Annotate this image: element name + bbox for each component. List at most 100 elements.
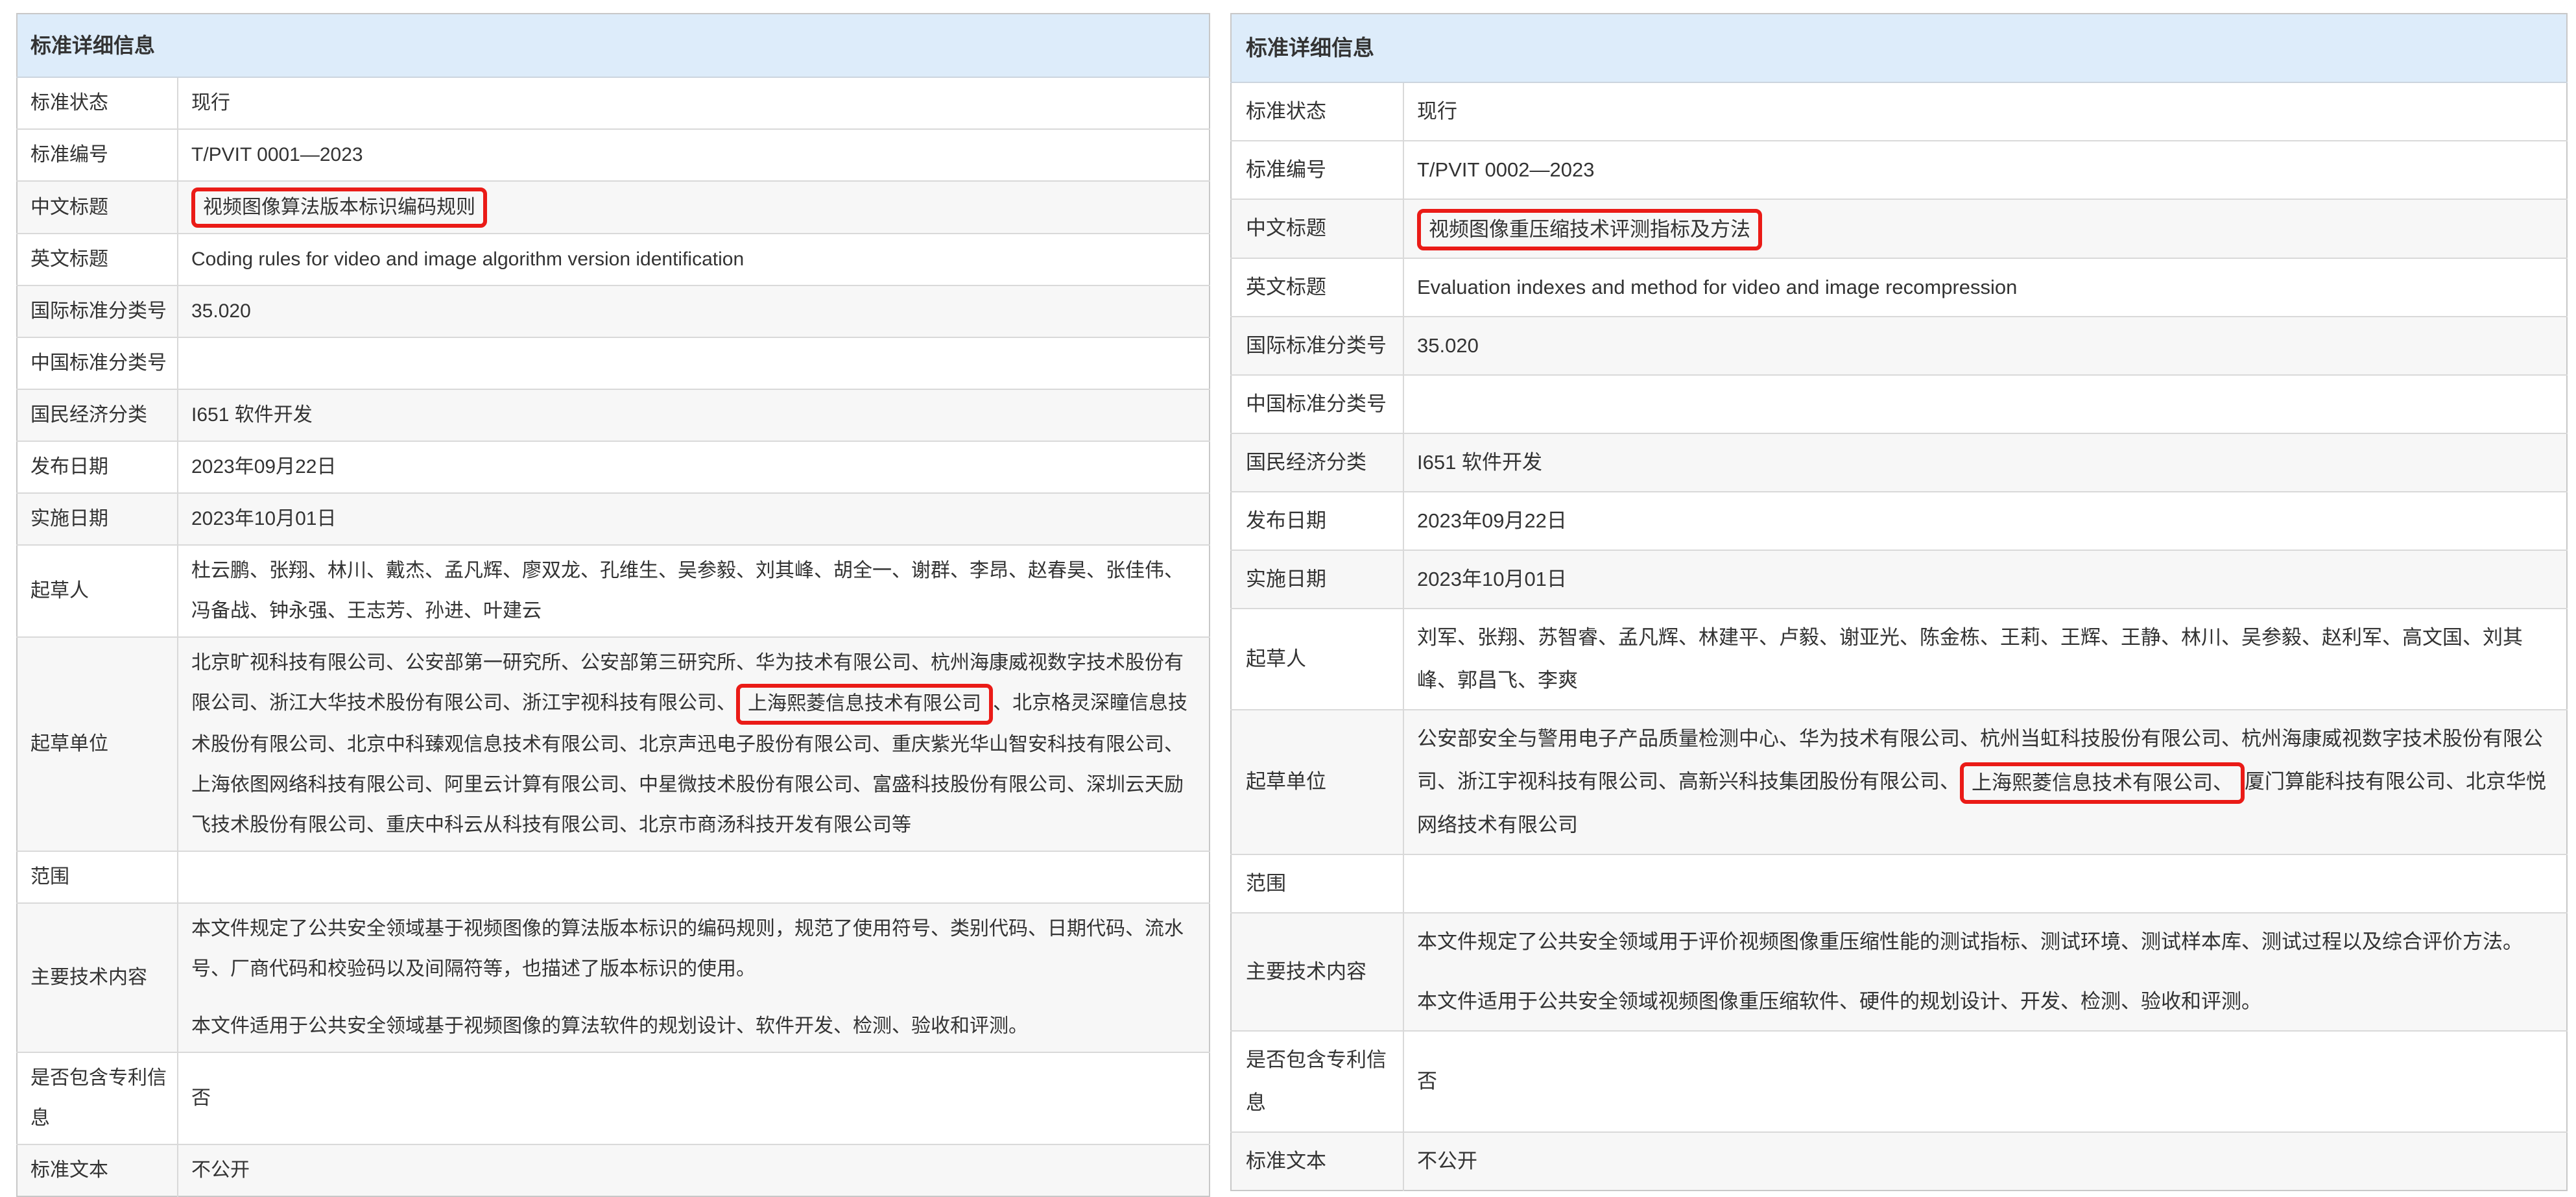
field-value xyxy=(178,851,1210,903)
table-title: 标准详细信息 xyxy=(1231,14,2567,82)
field-value xyxy=(1403,375,2567,433)
detail-row: 起草单位公安部安全与警用电子产品质量检测中心、华为技术有限公司、杭州当虹科技股份… xyxy=(1231,710,2567,854)
field-value: 2023年10月01日 xyxy=(178,493,1210,545)
value-paragraph: 本文件规定了公共安全领域用于评价视频图像重压缩性能的测试指标、测试环境、测试样本… xyxy=(1417,921,2561,963)
detail-row: 中国标准分类号 xyxy=(1231,375,2567,433)
standard-detail-table-right: 标准详细信息 标准状态现行标准编号T/PVIT 0002—2023中文标题视频图… xyxy=(1230,13,2568,1191)
detail-row: 国际标准分类号35.020 xyxy=(17,285,1210,337)
detail-row: 主要技术内容本文件规定了公共安全领域用于评价视频图像重压缩性能的测试指标、测试环… xyxy=(1231,913,2567,1031)
detail-row: 标准状态现行 xyxy=(17,77,1210,129)
field-value: 刘军、张翔、苏智睿、孟凡辉、林建平、卢毅、谢亚光、陈金栋、王莉、王辉、王静、林川… xyxy=(1403,609,2567,710)
field-value: T/PVIT 0002—2023 xyxy=(1403,141,2567,199)
field-label: 主要技术内容 xyxy=(17,903,178,1052)
field-label: 范围 xyxy=(1231,854,1403,913)
field-label: 起草人 xyxy=(1231,609,1403,710)
field-value: I651 软件开发 xyxy=(1403,433,2567,492)
field-label: 标准编号 xyxy=(17,129,178,181)
detail-row: 标准文本不公开 xyxy=(17,1144,1210,1196)
red-highlight-box: 上海熙菱信息技术有限公司、 xyxy=(1960,762,2245,804)
field-value: 本文件规定了公共安全领域基于视频图像的算法版本标识的编码规则，规范了使用符号、类… xyxy=(178,903,1210,1052)
field-label: 英文标题 xyxy=(17,234,178,285)
detail-row: 国民经济分类I651 软件开发 xyxy=(17,389,1210,441)
detail-row: 范围 xyxy=(1231,854,2567,913)
field-label: 实施日期 xyxy=(1231,550,1403,609)
field-value: T/PVIT 0001—2023 xyxy=(178,129,1210,181)
detail-row: 发布日期2023年09月22日 xyxy=(1231,492,2567,550)
detail-row: 国民经济分类I651 软件开发 xyxy=(1231,433,2567,492)
red-highlight-box: 视频图像算法版本标识编码规则 xyxy=(191,187,487,228)
field-label: 中国标准分类号 xyxy=(1231,375,1403,433)
field-value: 现行 xyxy=(1403,82,2567,141)
field-label: 发布日期 xyxy=(17,441,178,493)
detail-row: 起草单位北京旷视科技有限公司、公安部第一研究所、公安部第三研究所、华为技术有限公… xyxy=(17,637,1210,851)
field-value: 北京旷视科技有限公司、公安部第一研究所、公安部第三研究所、华为技术有限公司、杭州… xyxy=(178,637,1210,851)
field-value: 2023年09月22日 xyxy=(1403,492,2567,550)
field-label: 主要技术内容 xyxy=(1231,913,1403,1031)
table-header-row: 标准详细信息 xyxy=(1231,14,2567,82)
detail-row: 标准编号T/PVIT 0001—2023 xyxy=(17,129,1210,181)
field-value: 视频图像算法版本标识编码规则 xyxy=(178,181,1210,234)
detail-row: 主要技术内容本文件规定了公共安全领域基于视频图像的算法版本标识的编码规则，规范了… xyxy=(17,903,1210,1052)
field-value xyxy=(1403,854,2567,913)
field-label: 实施日期 xyxy=(17,493,178,545)
field-value: 杜云鹏、张翔、林川、戴杰、孟凡辉、廖双龙、孔维生、吴参毅、刘其峰、胡全一、谢群、… xyxy=(178,545,1210,637)
detail-row: 标准编号T/PVIT 0002—2023 xyxy=(1231,141,2567,199)
detail-row: 英文标题Coding rules for video and image alg… xyxy=(17,234,1210,285)
field-label: 标准状态 xyxy=(17,77,178,129)
detail-table: 标准详细信息 标准状态现行标准编号T/PVIT 0002—2023中文标题视频图… xyxy=(1230,13,2568,1191)
detail-row: 标准状态现行 xyxy=(1231,82,2567,141)
field-value: 2023年10月01日 xyxy=(1403,550,2567,609)
standard-detail-table-left: 标准详细信息 标准状态现行标准编号T/PVIT 0001—2023中文标题视频图… xyxy=(16,13,1210,1197)
value-paragraph: 本文件规定了公共安全领域基于视频图像的算法版本标识的编码规则，规范了使用符号、类… xyxy=(191,909,1196,989)
detail-row: 是否包含专利信息否 xyxy=(1231,1031,2567,1132)
field-label: 国民经济分类 xyxy=(17,389,178,441)
table-title: 标准详细信息 xyxy=(17,14,1210,77)
detail-row: 中文标题视频图像算法版本标识编码规则 xyxy=(17,181,1210,234)
value-text: 、北京格灵深瞳信息技术股份有限公司、北京中科臻观信息技术有限公司、北京声迅电子股… xyxy=(191,692,1187,835)
detail-row: 起草人杜云鹏、张翔、林川、戴杰、孟凡辉、廖双龙、孔维生、吴参毅、刘其峰、胡全一、… xyxy=(17,545,1210,637)
field-value: 2023年09月22日 xyxy=(178,441,1210,493)
red-highlight-box: 上海熙菱信息技术有限公司 xyxy=(736,684,993,725)
field-label: 中文标题 xyxy=(17,181,178,234)
field-value: 现行 xyxy=(178,77,1210,129)
field-value: 否 xyxy=(178,1052,1210,1144)
detail-row: 实施日期2023年10月01日 xyxy=(17,493,1210,545)
field-label: 标准状态 xyxy=(1231,82,1403,141)
field-value: 35.020 xyxy=(1403,317,2567,375)
detail-row: 英文标题Evaluation indexes and method for vi… xyxy=(1231,258,2567,317)
field-label: 是否包含专利信息 xyxy=(17,1052,178,1144)
detail-row: 国际标准分类号35.020 xyxy=(1231,317,2567,375)
detail-row: 实施日期2023年10月01日 xyxy=(1231,550,2567,609)
field-label: 起草单位 xyxy=(1231,710,1403,854)
field-value: 35.020 xyxy=(178,285,1210,337)
field-label: 标准文本 xyxy=(1231,1132,1403,1191)
field-value: 否 xyxy=(1403,1031,2567,1132)
field-label: 国民经济分类 xyxy=(1231,433,1403,492)
field-value: Coding rules for video and image algorit… xyxy=(178,234,1210,285)
field-value: Evaluation indexes and method for video … xyxy=(1403,258,2567,317)
field-label: 英文标题 xyxy=(1231,258,1403,317)
detail-row: 标准文本不公开 xyxy=(1231,1132,2567,1191)
field-value: 本文件规定了公共安全领域用于评价视频图像重压缩性能的测试指标、测试环境、测试样本… xyxy=(1403,913,2567,1031)
field-value: 不公开 xyxy=(1403,1132,2567,1191)
field-value xyxy=(178,337,1210,389)
field-label: 国际标准分类号 xyxy=(1231,317,1403,375)
table-header-row: 标准详细信息 xyxy=(17,14,1210,77)
field-value: 公安部安全与警用电子产品质量检测中心、华为技术有限公司、杭州当虹科技股份有限公司… xyxy=(1403,710,2567,854)
field-label: 范围 xyxy=(17,851,178,903)
detail-row: 范围 xyxy=(17,851,1210,903)
detail-row: 中文标题视频图像重压缩技术评测指标及方法 xyxy=(1231,199,2567,258)
field-label: 发布日期 xyxy=(1231,492,1403,550)
field-label: 中文标题 xyxy=(1231,199,1403,258)
detail-table: 标准详细信息 标准状态现行标准编号T/PVIT 0001—2023中文标题视频图… xyxy=(16,13,1210,1197)
field-value: 不公开 xyxy=(178,1144,1210,1196)
field-label: 国际标准分类号 xyxy=(17,285,178,337)
value-paragraph: 本文件适用于公共安全领域视频图像重压缩软件、硬件的规划设计、开发、检测、验收和评… xyxy=(1417,980,2561,1023)
field-label: 标准编号 xyxy=(1231,141,1403,199)
field-label: 中国标准分类号 xyxy=(17,337,178,389)
detail-row: 是否包含专利信息否 xyxy=(17,1052,1210,1144)
field-label: 起草人 xyxy=(17,545,178,637)
field-label: 标准文本 xyxy=(17,1144,178,1196)
value-paragraph: 本文件适用于公共安全领域基于视频图像的算法软件的规划设计、软件开发、检测、验收和… xyxy=(191,1006,1196,1046)
field-value: 视频图像重压缩技术评测指标及方法 xyxy=(1403,199,2567,258)
